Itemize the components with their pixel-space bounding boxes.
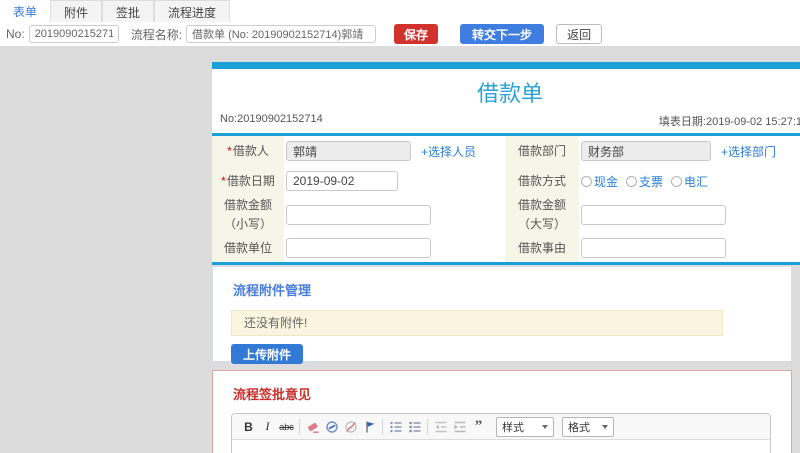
outdent-button[interactable] <box>431 417 450 436</box>
borrower-label: *借款人 <box>212 136 284 166</box>
outdent-icon <box>435 421 446 432</box>
toolbar-separator <box>382 418 383 435</box>
loan-reason-label: 借款事由 <box>505 234 579 262</box>
no-label: No: <box>6 27 25 41</box>
required-mark: * <box>227 143 232 158</box>
tab-form[interactable]: 表单 <box>0 0 51 22</box>
anchor-flag-button[interactable] <box>360 417 379 436</box>
approval-comments-panel: 流程签批意见 B I abc ” 样式 格式 <box>212 370 792 453</box>
amount-lowercase-label: 借款金额（小写） <box>212 196 284 234</box>
amount-lowercase-input[interactable] <box>286 205 431 225</box>
department-label: 借款部门 <box>505 136 579 166</box>
toolbar-separator <box>427 418 428 435</box>
numbered-list-icon <box>390 421 401 432</box>
chevron-down-icon <box>542 424 548 429</box>
loan-date-input[interactable] <box>286 171 398 191</box>
attachments-panel: 流程附件管理 还没有附件! 上传附件 <box>212 266 792 364</box>
loan-unit-cell <box>284 234 505 262</box>
tab-bar: 表单 附件 签批 流程进度 <box>0 0 800 22</box>
no-attachments-alert: 还没有附件! <box>231 310 723 336</box>
italic-button[interactable]: I <box>258 417 277 436</box>
panel-top-accent-bar <box>212 62 800 69</box>
tab-progress[interactable]: 流程进度 <box>154 0 231 22</box>
department-cell: +选择部门 <box>579 136 800 166</box>
command-bar: No: 流程名称: 保存 转交下一步 返回 <box>0 22 800 46</box>
divider-bottom <box>212 262 800 265</box>
numbered-list-button[interactable] <box>386 417 405 436</box>
amount-uppercase-input[interactable] <box>581 205 726 225</box>
link-icon <box>325 420 338 433</box>
radio-circle-icon <box>626 175 638 187</box>
chevron-down-icon <box>602 424 608 429</box>
loan-date-label: *借款日期 <box>212 166 284 196</box>
amount-uppercase-label: 借款金额（大写） <box>505 196 579 234</box>
amount-uppercase-cell <box>579 196 800 234</box>
flow-name-input[interactable] <box>186 25 377 43</box>
styles-dropdown[interactable]: 样式 <box>496 416 554 437</box>
eraser-icon <box>307 422 318 433</box>
required-mark: * <box>221 173 226 188</box>
form-no-text: No:20190902152714 <box>220 113 323 125</box>
form-title: 借款单 <box>476 81 543 106</box>
form-fill-date-text: 填表日期:2019-09-02 15:27:1 <box>658 116 800 128</box>
link-button[interactable] <box>322 417 341 436</box>
loan-reason-cell <box>579 234 800 262</box>
upload-attachment-button[interactable]: 上传附件 <box>231 344 304 364</box>
radio-cheque[interactable]: 支票 <box>626 173 663 190</box>
tab-attachments[interactable]: 附件 <box>50 0 103 22</box>
flow-name-label: 流程名称: <box>130 27 183 42</box>
rich-text-editor: B I abc ” 样式 格式 <box>231 413 771 453</box>
bulleted-list-icon <box>408 421 420 432</box>
tab-approval[interactable]: 签批 <box>102 0 155 22</box>
strikethrough-button[interactable]: abc <box>277 417 296 436</box>
radio-circle-icon <box>581 175 592 187</box>
screen: 表单 附件 签批 流程进度 No: 流程名称: 保存 转交下一步 返回 借款单 … <box>0 0 800 453</box>
bold-button[interactable]: B <box>239 417 258 436</box>
remove-format-button[interactable] <box>303 417 322 436</box>
editor-content-area[interactable] <box>232 440 770 453</box>
no-input[interactable] <box>28 25 119 43</box>
borrower-input[interactable] <box>286 141 411 161</box>
form-fields-grid: *借款人 +选择人员 借款部门 +选择部门 *借款日期 <box>212 136 800 262</box>
loan-unit-input[interactable] <box>286 238 431 258</box>
toolbar-separator <box>299 418 300 435</box>
select-department-link[interactable]: +选择部门 <box>721 143 776 160</box>
loan-unit-label: 借款单位 <box>212 234 284 262</box>
amount-lowercase-cell <box>284 196 505 234</box>
unlink-button[interactable] <box>341 417 360 436</box>
radio-wire-transfer[interactable]: 电汇 <box>671 173 708 190</box>
attachments-title: 流程附件管理 <box>233 283 312 298</box>
back-button[interactable]: 返回 <box>556 24 603 44</box>
loan-method-radio-group: 现金 支票 电汇 <box>581 173 716 190</box>
approval-comments-title: 流程签批意见 <box>233 387 312 402</box>
flag-icon <box>365 421 374 432</box>
loan-method-cell: 现金 支票 电汇 <box>579 166 800 196</box>
editor-toolbar: B I abc ” 样式 格式 <box>232 414 770 440</box>
radio-cash[interactable]: 现金 <box>581 173 618 190</box>
format-dropdown[interactable]: 格式 <box>562 416 614 437</box>
loan-method-label: 借款方式 <box>505 166 579 196</box>
indent-button[interactable] <box>450 417 469 436</box>
unlink-icon <box>344 420 357 433</box>
radio-circle-icon <box>671 175 683 187</box>
loan-date-cell <box>284 166 505 196</box>
loan-reason-input[interactable] <box>581 238 726 258</box>
forward-next-step-button[interactable]: 转交下一步 <box>460 24 545 44</box>
department-input[interactable] <box>581 141 711 161</box>
workspace: 借款单 No:20190902152714 填表日期:2019-09-02 15… <box>0 46 800 453</box>
indent-icon <box>454 421 465 432</box>
form-meta-row: No:20190902152714 填表日期:2019-09-02 15:27:… <box>212 111 800 133</box>
bulleted-list-button[interactable] <box>405 417 424 436</box>
save-button[interactable]: 保存 <box>394 24 439 44</box>
blockquote-button[interactable]: ” <box>469 417 488 436</box>
select-person-link[interactable]: +选择人员 <box>421 143 476 160</box>
borrower-cell: +选择人员 <box>284 136 505 166</box>
loan-form-panel: 借款单 No:20190902152714 填表日期:2019-09-02 15… <box>212 62 800 265</box>
